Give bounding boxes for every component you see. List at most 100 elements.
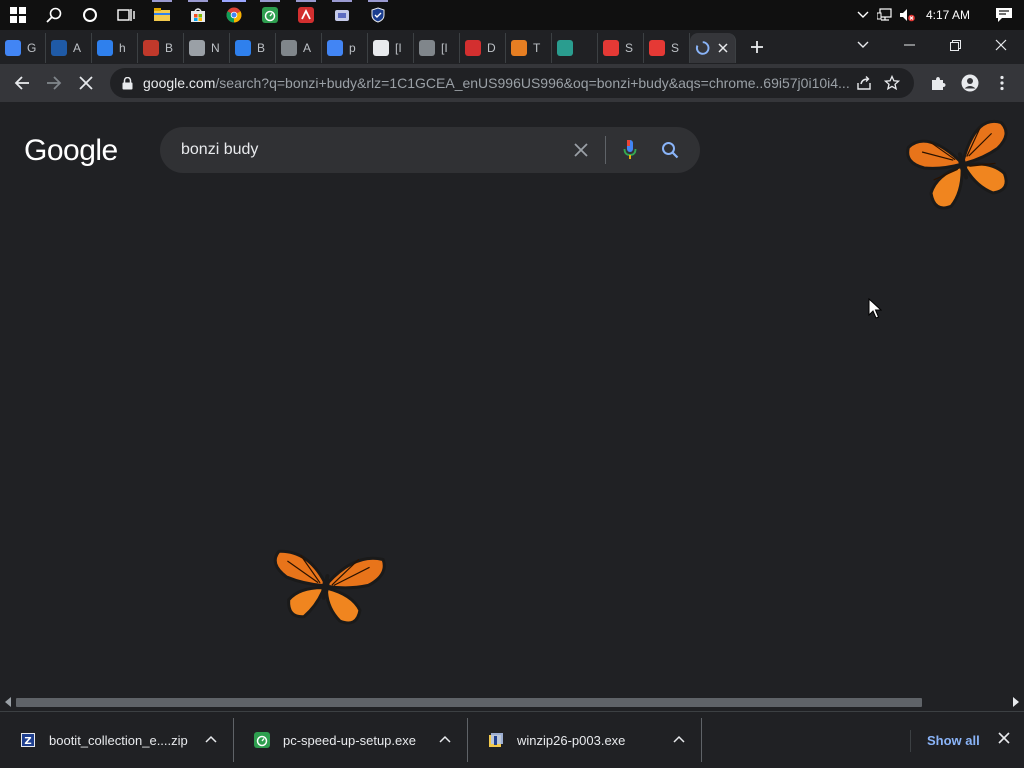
tab-title: B: [257, 41, 266, 55]
download-item[interactable]: Z bootit_collection_e....zip: [0, 718, 234, 762]
search-input[interactable]: bonzi budy: [181, 141, 561, 159]
page-content: Google bonzi budy: [0, 102, 1024, 694]
profile-avatar-icon[interactable]: [954, 67, 986, 99]
s-icon: [649, 40, 665, 56]
browser-tab[interactable]: B: [230, 33, 276, 63]
svg-text:Z: Z: [24, 736, 31, 747]
network-icon[interactable]: [874, 0, 896, 30]
bookmark-star-icon[interactable]: [878, 69, 906, 97]
scroll-right-arrow-icon[interactable]: [1013, 697, 1019, 707]
shield-app-icon[interactable]: [360, 0, 396, 30]
browser-tab[interactable]: D: [460, 33, 506, 63]
browser-tab[interactable]: h: [92, 33, 138, 63]
pc-speed-up-icon: [254, 732, 270, 748]
browser-tab[interactable]: A: [46, 33, 92, 63]
download-item[interactable]: pc-speed-up-setup.exe: [234, 718, 468, 762]
lock-icon[interactable]: [122, 76, 133, 90]
browser-tab[interactable]: T: [506, 33, 552, 63]
screen: 4:17 AM G Ah B N B Ap [I [I D T S S goog…: [0, 0, 1024, 768]
extensions-icon[interactable]: [922, 67, 954, 99]
address-url[interactable]: google.com/search?q=bonzi+budy&rlz=1C1GC…: [143, 75, 850, 91]
tab-title: G: [27, 41, 37, 55]
microphone-icon[interactable]: [610, 130, 650, 170]
tab-title: h: [119, 41, 126, 55]
restore-icon[interactable]: [932, 30, 978, 60]
search-box[interactable]: bonzi budy: [160, 127, 700, 173]
google-icon: [327, 40, 343, 56]
close-window-icon[interactable]: [978, 30, 1024, 60]
start-icon[interactable]: [0, 0, 36, 30]
app-icon[interactable]: [324, 0, 360, 30]
share-icon[interactable]: [850, 69, 878, 97]
back-button[interactable]: [6, 67, 38, 99]
scroll-left-arrow-icon[interactable]: [5, 697, 11, 707]
close-downloads-icon[interactable]: [994, 728, 1014, 748]
browser-tab[interactable]: N: [184, 33, 230, 63]
chrome-icon[interactable]: [216, 0, 252, 30]
browser-tab[interactable]: S: [644, 33, 690, 63]
tab-title: B: [165, 41, 174, 55]
task-view-icon[interactable]: [108, 0, 144, 30]
url-domain: google.com: [143, 75, 216, 91]
chevron-up-icon[interactable]: [852, 0, 874, 30]
minimize-icon[interactable]: [886, 30, 932, 60]
horizontal-scrollbar[interactable]: [0, 694, 1024, 711]
butterfly-image: [906, 119, 1008, 210]
clear-search-icon[interactable]: [561, 130, 601, 170]
cortana-icon[interactable]: [72, 0, 108, 30]
tab-title: T: [533, 41, 541, 55]
browser-tab-active[interactable]: [690, 33, 736, 63]
browser-toolbar: google.com/search?q=bonzi+budy&rlz=1C1GC…: [0, 64, 1024, 102]
winzip-icon: [488, 732, 504, 748]
browser-tab[interactable]: [I: [368, 33, 414, 63]
avira-icon[interactable]: [288, 0, 324, 30]
browser-tab[interactable]: p: [322, 33, 368, 63]
download-item[interactable]: winzip26-p003.exe: [468, 718, 702, 762]
show-all-downloads-link[interactable]: Show all: [910, 730, 980, 752]
scrollbar-thumb[interactable]: [16, 698, 922, 707]
mouse-cursor-icon: [868, 298, 882, 319]
search-divider: [605, 136, 606, 164]
browser-tab[interactable]: S: [598, 33, 644, 63]
clock[interactable]: 4:17 AM: [918, 8, 984, 22]
google-icon: [5, 40, 21, 56]
address-bar[interactable]: google.com/search?q=bonzi+budy&rlz=1C1GC…: [110, 68, 914, 98]
toolbar-actions: [922, 67, 1018, 99]
windows-taskbar: 4:17 AM: [0, 0, 1024, 30]
tab-title: A: [73, 41, 82, 55]
chevron-up-icon[interactable]: [205, 732, 217, 746]
chevron-up-icon[interactable]: [673, 732, 685, 746]
volume-muted-icon[interactable]: [896, 0, 918, 30]
browser-tab[interactable]: A: [276, 33, 322, 63]
more-menu-icon[interactable]: [986, 67, 1018, 99]
browser-tab[interactable]: [552, 33, 598, 63]
close-tab-icon[interactable]: [716, 41, 730, 55]
search-submit-icon[interactable]: [650, 130, 690, 170]
download-filename: bootit_collection_e....zip: [49, 732, 188, 748]
pc-speed-up-icon[interactable]: [252, 0, 288, 30]
search-icon[interactable]: [36, 0, 72, 30]
tab-title: D: [487, 41, 496, 55]
browser-tab[interactable]: B: [138, 33, 184, 63]
file-explorer-icon[interactable]: [144, 0, 180, 30]
tab-title: [I: [441, 41, 448, 55]
new-tab-button[interactable]: [740, 32, 774, 62]
chevron-up-icon[interactable]: [439, 732, 451, 746]
slash-icon: [235, 40, 251, 56]
tab-title: S: [671, 41, 680, 55]
cloud-icon: [511, 40, 527, 56]
notifications-icon[interactable]: [984, 0, 1024, 30]
tab-search-chevron-icon[interactable]: [840, 30, 886, 60]
browser-tab[interactable]: G: [0, 33, 46, 63]
store-icon[interactable]: [180, 0, 216, 30]
butterfly-image: [273, 549, 386, 625]
gear-icon: [373, 40, 389, 56]
forward-button[interactable]: [38, 67, 70, 99]
browser-tab[interactable]: [I: [414, 33, 460, 63]
tab-title: p: [349, 41, 356, 55]
google-logo[interactable]: Google: [24, 134, 118, 168]
system-tray: 4:17 AM: [852, 0, 1024, 30]
download-filename: winzip26-p003.exe: [517, 732, 626, 748]
stop-loading-button[interactable]: [70, 67, 102, 99]
arrow-right-icon: [47, 76, 62, 90]
